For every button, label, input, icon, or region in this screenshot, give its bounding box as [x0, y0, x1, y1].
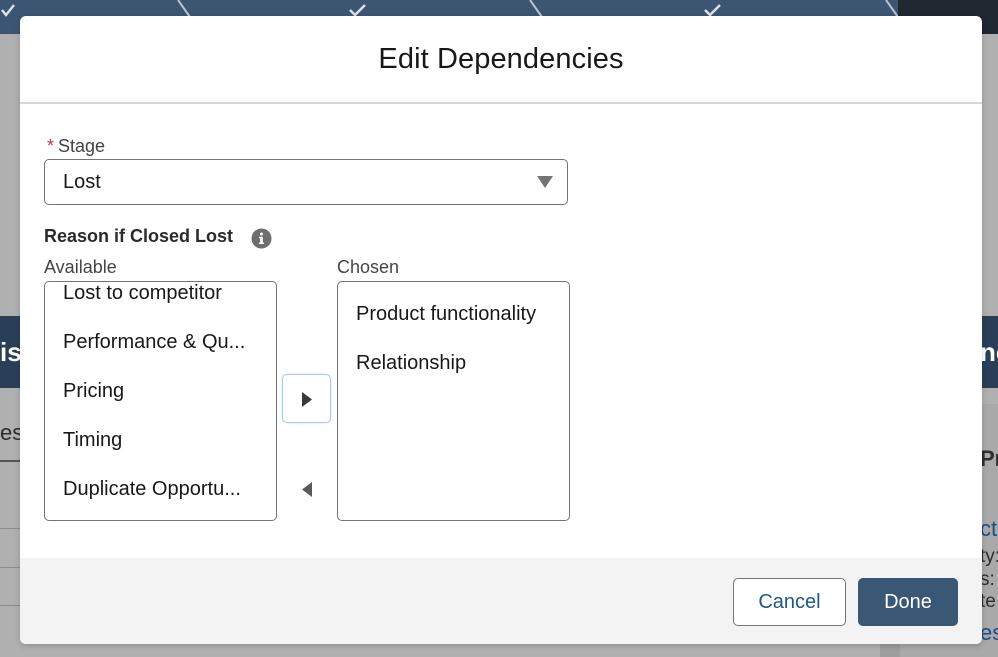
caret-down-icon	[537, 176, 553, 188]
background-tab-underline	[0, 460, 20, 462]
available-listbox[interactable]: Lost to competitor Performance & Qu... P…	[44, 281, 277, 521]
stage-combobox[interactable]: Lost	[44, 159, 568, 205]
background-heading-fragment: Pro	[980, 446, 998, 471]
check-icon	[349, 4, 366, 17]
chosen-listbox[interactable]: Product functionality Relationship	[337, 281, 570, 521]
available-options: Lost to competitor Performance & Qu... P…	[45, 282, 276, 514]
background-text-fragment: te	[980, 591, 996, 612]
move-to-chosen-button[interactable]	[282, 374, 331, 423]
background-banner-right: nc	[982, 316, 998, 388]
dependent-field-label: Reason if Closed Lost	[44, 226, 234, 246]
background-link-fragment: ct	[980, 516, 998, 541]
background-divider	[0, 567, 20, 568]
stage-label: * Stage	[47, 136, 105, 157]
available-option[interactable]: Timing	[45, 416, 276, 465]
background-divider	[0, 605, 20, 606]
modal-footer: Cancel Done	[20, 558, 982, 644]
background-tab-fragment: es	[0, 420, 20, 445]
available-option[interactable]: Duplicate Opportu...	[45, 465, 276, 514]
available-option[interactable]: Pricing	[45, 367, 276, 416]
check-icon	[1, 4, 15, 18]
move-to-available-button[interactable]	[282, 464, 331, 513]
caret-left-icon	[302, 482, 312, 497]
cancel-button[interactable]: Cancel	[733, 578, 846, 626]
modal-header: Edit Dependencies	[20, 16, 982, 104]
available-label: Available	[44, 257, 117, 277]
chosen-option[interactable]: Product functionality	[338, 290, 569, 339]
background-link-fragment: es	[980, 620, 998, 645]
chosen-label: Chosen	[337, 257, 400, 277]
background-divider	[0, 528, 20, 529]
available-option[interactable]: Lost to competitor	[45, 282, 276, 318]
stage-selected-value: Lost	[63, 171, 101, 193]
modal-body: * Stage Lost Reason if Closed Lost Availa…	[20, 104, 982, 560]
required-marker: *	[47, 136, 55, 156]
info-icon[interactable]	[251, 228, 272, 249]
caret-right-icon	[302, 392, 312, 407]
available-option[interactable]: Performance & Qu...	[45, 318, 276, 367]
background-banner-left: is	[0, 316, 20, 388]
edit-dependencies-modal: Edit Dependencies * Stage Lost Reason if …	[20, 16, 982, 644]
modal-title: Edit Dependencies	[378, 42, 624, 75]
chosen-option[interactable]: Relationship	[338, 339, 569, 388]
background-text-fragment: ty:	[980, 546, 998, 567]
done-button[interactable]: Done	[858, 578, 958, 626]
background-text-fragment: s:	[980, 569, 995, 590]
stage-label-text: Stage	[58, 136, 106, 156]
chosen-options: Product functionality Relationship	[338, 290, 569, 388]
check-icon	[704, 4, 721, 17]
